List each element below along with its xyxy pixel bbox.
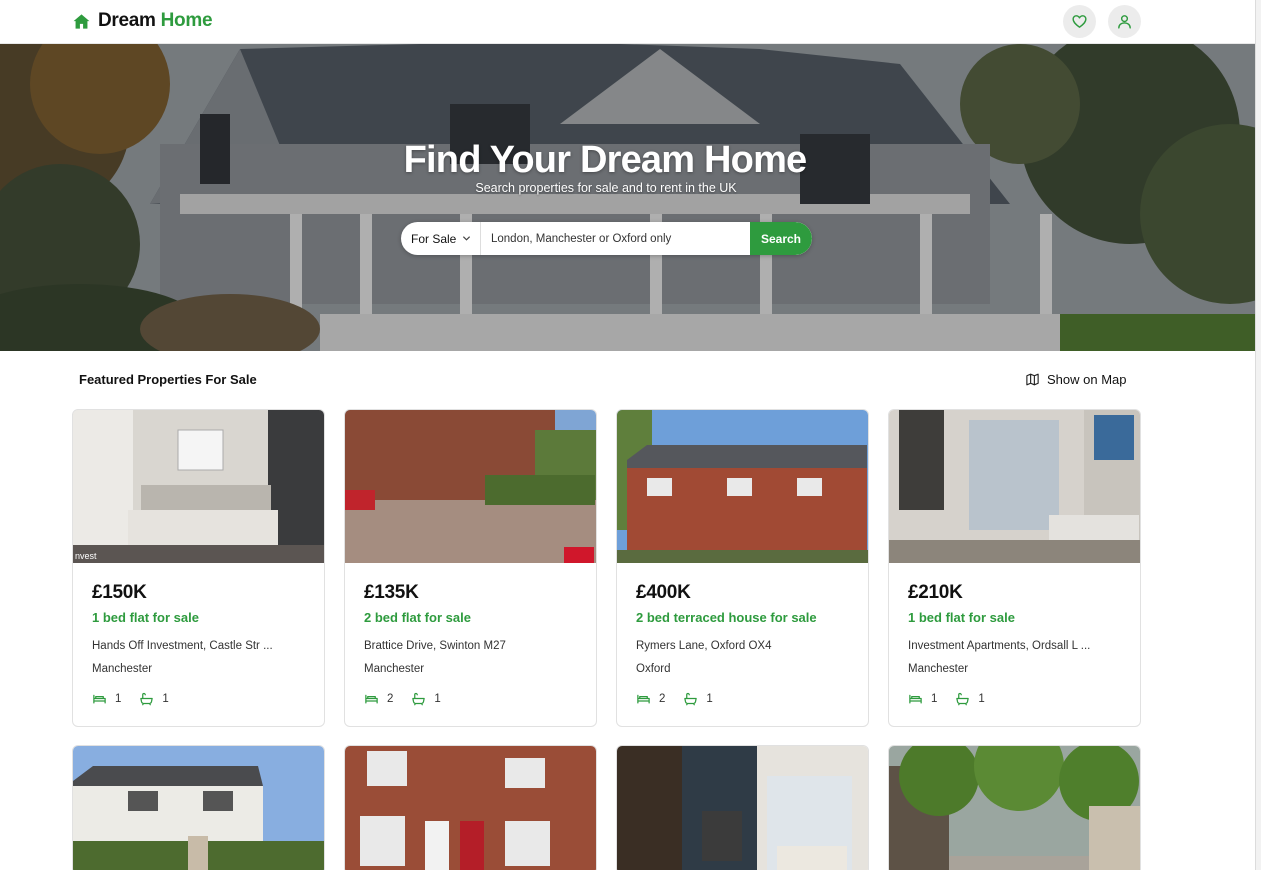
show-on-map-label: Show on Map <box>1047 372 1127 387</box>
property-photo: nvest <box>73 410 324 563</box>
chevron-down-icon <box>463 236 471 241</box>
listing-type-dropdown[interactable]: For Sale <box>401 222 481 255</box>
hero-banner: Find Your Dream Home Search properties f… <box>0 44 1255 351</box>
bedroom-count: 2 <box>387 692 394 705</box>
property-card[interactable]: £400K 2 bed terraced house for sale Ryme… <box>616 409 869 727</box>
favorites-button[interactable] <box>1063 5 1096 38</box>
property-price: £400K <box>636 582 691 603</box>
home-icon <box>73 13 90 29</box>
property-card[interactable]: £135K 2 bed flat for sale Brattice Drive… <box>344 409 597 727</box>
property-card[interactable] <box>888 745 1141 870</box>
property-city: Manchester <box>908 663 969 675</box>
property-price: £150K <box>92 582 147 603</box>
property-address: Brattice Drive, Swinton M27 <box>364 640 506 652</box>
property-city: Oxford <box>636 663 671 675</box>
property-features: 2 1 <box>636 691 849 706</box>
bed-icon <box>637 694 650 704</box>
account-button[interactable] <box>1108 5 1141 38</box>
property-address: Rymers Lane, Oxford OX4 <box>636 640 772 652</box>
location-search-input[interactable] <box>481 222 750 255</box>
property-card[interactable]: £210K 1 bed flat for sale Investment Apa… <box>888 409 1141 727</box>
bed-icon <box>93 694 106 704</box>
property-address: Investment Apartments, Ordsall L ... <box>908 640 1091 652</box>
heart-icon <box>1072 15 1087 28</box>
property-photo <box>345 410 596 563</box>
hero-subtitle: Search properties for sale and to rent i… <box>475 181 737 195</box>
listing-type-value: For Sale <box>411 231 457 246</box>
bath-icon <box>412 692 426 706</box>
bathroom-count: 1 <box>706 692 713 705</box>
bed-icon <box>909 694 922 704</box>
property-features: 1 1 <box>92 691 305 706</box>
bath-icon <box>684 692 698 706</box>
bathroom-count: 1 <box>162 692 169 705</box>
scrollbar-track[interactable] <box>1255 0 1261 870</box>
property-card[interactable]: nvest £150K 1 bed flat for sale Hands Of… <box>72 409 325 727</box>
show-on-map-button[interactable]: Show on Map <box>1025 372 1127 387</box>
property-photo <box>617 746 868 870</box>
bedroom-count: 1 <box>931 692 938 705</box>
search-button[interactable]: Search <box>750 222 812 255</box>
property-type: 1 bed flat for sale <box>92 610 199 625</box>
bedroom-count: 1 <box>115 692 122 705</box>
property-city: Manchester <box>92 663 153 675</box>
bed-icon <box>365 694 378 704</box>
property-type: 2 bed terraced house for sale <box>636 610 817 625</box>
property-photo <box>617 410 868 563</box>
property-type: 2 bed flat for sale <box>364 610 471 625</box>
section-title: Featured Properties For Sale <box>79 372 257 387</box>
property-photo <box>889 410 1140 563</box>
property-type: 1 bed flat for sale <box>908 610 1015 625</box>
bathroom-count: 1 <box>978 692 985 705</box>
property-card[interactable] <box>72 745 325 870</box>
bath-icon <box>140 692 154 706</box>
hero-overlay <box>0 44 1255 351</box>
user-icon <box>1118 15 1131 29</box>
property-features: 2 1 <box>364 691 577 706</box>
top-navbar: Dream Home <box>0 0 1255 44</box>
search-bar: For Sale Search <box>401 222 812 255</box>
brand-name-dream: Dream <box>98 10 156 31</box>
bathroom-count: 1 <box>434 692 441 705</box>
bedroom-count: 2 <box>659 692 666 705</box>
agent-logo-badge <box>564 547 594 563</box>
map-icon <box>1026 373 1039 386</box>
brand-name-home: Home <box>160 10 213 31</box>
property-photo <box>345 746 596 870</box>
property-features: 1 1 <box>908 691 1121 706</box>
property-price: £210K <box>908 582 963 603</box>
property-card[interactable] <box>344 745 597 870</box>
property-city: Manchester <box>364 663 425 675</box>
property-address: Hands Off Investment, Castle Str ... <box>92 640 273 652</box>
property-photo <box>889 746 1140 870</box>
property-card[interactable] <box>616 745 869 870</box>
property-photo <box>73 746 324 870</box>
hero-title: Find Your Dream Home <box>403 139 808 181</box>
photo-watermark: nvest <box>75 551 97 561</box>
brand-logo[interactable]: Dream Home <box>72 10 213 32</box>
property-price: £135K <box>364 582 419 603</box>
bath-icon <box>956 692 970 706</box>
